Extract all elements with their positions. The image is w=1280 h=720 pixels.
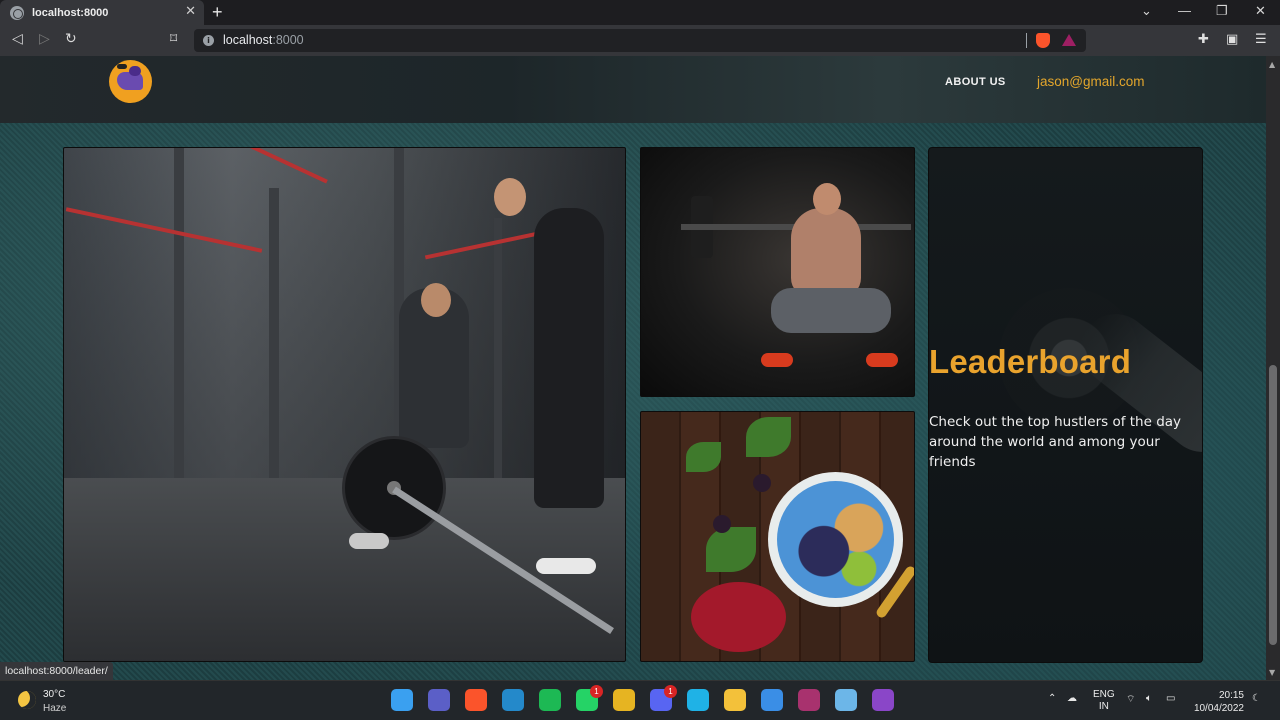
smoothie <box>777 481 894 598</box>
back-icon[interactable]: ◁ <box>12 31 23 47</box>
sneaker <box>536 558 596 574</box>
browser-toolbar: ◁ ▷ ↻ ⌑ i localhost:8000 ✚ ▣ ☰ <box>0 25 1280 56</box>
system-clock[interactable]: 20:15 10/04/2022 <box>1186 689 1244 715</box>
spinach-leaf <box>706 527 756 572</box>
maximize-button[interactable]: ❐ <box>1216 3 1228 19</box>
brave-rewards-icon[interactable] <box>1062 34 1076 46</box>
globe-icon <box>10 5 24 20</box>
logo-cap <box>117 64 127 69</box>
wallet-icon[interactable]: ▣ <box>1226 32 1238 47</box>
chevron-up-icon[interactable]: ⌃ <box>1048 693 1056 704</box>
red-shoe <box>866 353 898 367</box>
gym-deadlift-photo <box>63 147 626 662</box>
rack-red-beam <box>190 148 328 184</box>
wifi-icon[interactable]: ⌔ <box>1126 693 1135 706</box>
athlete-shorts <box>771 288 891 333</box>
url-text[interactable]: localhost:8000 <box>223 33 304 47</box>
red-shoe <box>761 353 793 367</box>
athlete-torso <box>791 208 861 298</box>
tab-title: localhost:8000 <box>32 6 109 19</box>
leaderboard-title[interactable]: Leaderboard <box>929 343 1131 381</box>
smoothie-bowl-photo <box>640 411 915 662</box>
blackberry <box>713 515 731 533</box>
close-window-button[interactable]: ✕ <box>1255 3 1266 19</box>
rack-post <box>174 148 184 508</box>
woman-figure <box>534 208 604 508</box>
weather-temperature[interactable]: 30°C <box>43 689 65 700</box>
spinach-leaf <box>746 417 791 457</box>
nav-email-link[interactable]: jason@gmail.com <box>1037 74 1145 89</box>
weather-condition[interactable]: Haze <box>43 703 66 714</box>
url-port: :8000 <box>272 33 304 47</box>
moon-haze-icon[interactable] <box>18 691 36 709</box>
new-tab-button[interactable]: + <box>212 2 223 23</box>
forward-icon[interactable]: ▷ <box>39 31 50 47</box>
clock-date: 10/04/2022 <box>1193 703 1244 714</box>
nav-about-us-link[interactable]: ABOUT US <box>945 76 1006 88</box>
battery-icon[interactable]: ▭ <box>1166 693 1175 704</box>
taskbar-winrar-icon[interactable] <box>798 689 820 711</box>
volume-icon[interactable]: 🔈︎ <box>1146 693 1152 704</box>
logo-flexing-arm-icon[interactable] <box>109 60 152 103</box>
windows-taskbar: 30°C Haze 1 1 ⌃ ☁ ENG IN ⌔ 🔈︎ ▭ 20:15 10/… <box>0 680 1280 720</box>
bookmark-icon[interactable]: ⌑ <box>170 31 177 47</box>
vertical-scrollbar[interactable]: ▲ ▼ <box>1266 56 1280 680</box>
rack-post <box>494 218 502 478</box>
extensions-icon[interactable]: ✚ <box>1198 32 1209 47</box>
focus-assist-icon[interactable]: ☾ <box>1252 693 1261 704</box>
taskbar-file-explorer-icon[interactable] <box>724 689 746 711</box>
tab-close-icon[interactable]: ✕ <box>185 4 196 19</box>
taskbar-brave-icon[interactable] <box>465 689 487 711</box>
taskbar-spotify-icon[interactable] <box>539 689 561 711</box>
brave-shields-icon[interactable] <box>1036 33 1050 48</box>
taskbar-vscode-icon[interactable] <box>502 689 524 711</box>
notification-badge: 1 <box>664 685 677 698</box>
taskbar-github-desktop-icon[interactable] <box>872 689 894 711</box>
spinach-leaf <box>686 442 721 472</box>
logo-fist <box>129 66 141 76</box>
taskbar-teams-icon[interactable] <box>428 689 450 711</box>
man-head <box>421 283 451 317</box>
rack-red-beam <box>424 230 544 260</box>
scroll-thumb[interactable] <box>1269 365 1277 645</box>
cloud-icon[interactable]: ☁ <box>1067 693 1077 704</box>
scroll-down-icon[interactable]: ▼ <box>1269 668 1275 677</box>
pomegranate <box>691 582 786 652</box>
address-divider <box>1026 33 1027 48</box>
url-host: localhost <box>223 33 273 47</box>
page-viewport: ABOUT US jason@gmail.com Leaderboard Che… <box>0 56 1266 680</box>
site-info-icon[interactable]: i <box>203 35 214 46</box>
leaderboard-description: Check out the top hustlers of the day ar… <box>929 414 1182 470</box>
taskbar-discord-icon[interactable]: 1 <box>650 685 677 711</box>
taskbar-cortana-icon[interactable] <box>687 689 709 711</box>
language-indicator[interactable]: ENG IN <box>1093 689 1115 713</box>
blackberry <box>753 474 771 492</box>
notification-badge: 1 <box>590 685 603 698</box>
taskbar-chrome-icon[interactable] <box>613 689 635 711</box>
rack-post <box>269 188 279 518</box>
status-bar-link: localhost:8000/leader/ <box>0 662 113 680</box>
taskbar-photos-icon[interactable] <box>761 689 783 711</box>
sneaker <box>349 533 389 549</box>
taskbar-whatsapp-icon[interactable]: 1 <box>576 685 603 711</box>
taskbar-notepad-icon[interactable] <box>835 689 857 711</box>
rack-red-beam <box>65 207 263 253</box>
browser-tab[interactable]: localhost:8000 ✕ <box>0 0 204 25</box>
minimize-button[interactable]: — <box>1178 3 1191 18</box>
region-code: IN <box>1098 701 1109 712</box>
tab-search-icon[interactable]: ⌄ <box>1141 3 1152 19</box>
woman-head <box>494 178 526 216</box>
address-bar[interactable]: i localhost:8000 <box>194 29 1086 52</box>
clock-time: 20:15 <box>1218 690 1244 701</box>
reload-icon[interactable]: ↻ <box>65 31 77 47</box>
language-code: ENG <box>1093 689 1115 700</box>
taskbar-start-icon[interactable] <box>391 689 413 711</box>
scroll-up-icon[interactable]: ▲ <box>1269 60 1275 69</box>
athlete-head <box>813 183 841 215</box>
leaderboard-card[interactable]: Leaderboard Check out the top hustlers o… <box>928 147 1203 663</box>
barbell-squat-photo <box>640 147 915 397</box>
menu-icon[interactable]: ☰ <box>1255 32 1267 47</box>
browser-tab-bar: localhost:8000 ✕ + ⌄ — ❐ ✕ <box>0 0 1280 25</box>
site-header: ABOUT US jason@gmail.com <box>0 56 1266 123</box>
